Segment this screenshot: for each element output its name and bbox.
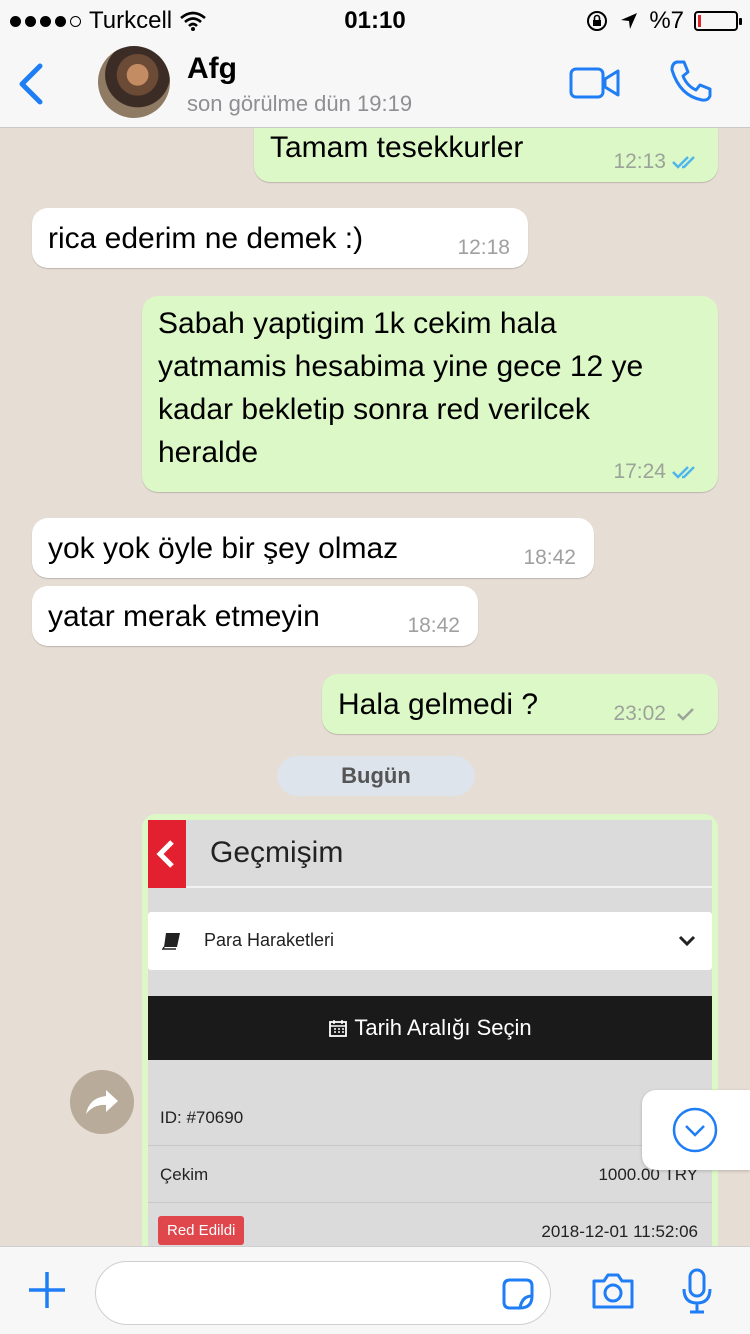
- message-text: Hala gelmedi ?: [338, 688, 539, 721]
- embedded-row: Çekim 1000.00 TRY: [148, 1147, 712, 1203]
- embedded-select: Para Haraketleri: [148, 912, 712, 970]
- contact-name[interactable]: Afg: [187, 52, 237, 86]
- read-receipt-icon: [672, 156, 695, 169]
- embedded-select-label: Para Haraketleri: [204, 930, 335, 950]
- embedded-screenshot[interactable]: Geçmişim Para Haraketleri Tarih Aralığı …: [148, 820, 712, 1246]
- forward-icon: [86, 1090, 118, 1114]
- embedded-row-left: ID: #70690: [160, 1108, 244, 1127]
- embedded-date-button: Tarih Aralığı Seçin: [148, 996, 712, 1060]
- message-time: 18:42: [407, 614, 460, 637]
- battery-icon: [694, 11, 742, 31]
- camera-icon[interactable]: [590, 1271, 636, 1311]
- location-arrow-icon: [621, 13, 638, 29]
- message-incoming[interactable]: yok yok öyle bir şey olmaz 18:42: [32, 518, 594, 578]
- message-input[interactable]: [95, 1261, 551, 1325]
- message-text: yok yok öyle bir şey olmaz: [48, 532, 399, 565]
- embedded-row: Red Edildi 2018-12-01 11:52:06: [148, 1204, 712, 1246]
- embedded-title: Geçmişim: [210, 836, 344, 869]
- calendar-icon: [329, 1020, 348, 1037]
- plus-icon[interactable]: [26, 1269, 68, 1311]
- embedded-back-button: [148, 820, 186, 888]
- message-outgoing[interactable]: Tamam tesekkurler 12:13: [254, 128, 718, 182]
- message-line: yatmamis hesabima yine gece 12 ye: [158, 350, 644, 383]
- embedded-datetime: 2018-12-01 11:52:06: [541, 1222, 698, 1241]
- phone-icon[interactable]: [668, 58, 714, 104]
- chevron-left-icon: [156, 840, 174, 868]
- message-time: 17:24: [613, 460, 666, 483]
- message-text: Tamam tesekkurler: [270, 131, 524, 164]
- microphone-icon[interactable]: [680, 1267, 714, 1315]
- scroll-to-bottom-button[interactable]: [642, 1090, 750, 1170]
- last-seen-status: son görülme dün 19:19: [187, 91, 413, 116]
- book-icon: [162, 933, 180, 950]
- embedded-row: ID: #70690 T: [148, 1090, 712, 1146]
- battery-percent: %7: [649, 7, 684, 34]
- sent-tick-icon: [677, 708, 694, 721]
- message-text: rica ederim ne demek :): [48, 222, 364, 255]
- back-chevron-icon[interactable]: [14, 62, 48, 106]
- embedded-date-button-label: Tarih Aralığı Seçin: [354, 1015, 532, 1040]
- message-line: Sabah yaptigim 1k cekim hala: [158, 307, 557, 340]
- message-time: 23:02: [613, 702, 666, 725]
- message-time: 18:42: [523, 546, 576, 569]
- message-line: kadar bekletip sonra red verilcek: [158, 393, 590, 426]
- sticker-icon[interactable]: [500, 1276, 536, 1312]
- message-time: 12:18: [457, 236, 510, 259]
- scroll-down-icon: [672, 1107, 718, 1153]
- message-outgoing[interactable]: Sabah yaptigim 1k cekim hala yatmamis he…: [142, 296, 718, 492]
- status-badge: Red Edildi: [158, 1216, 245, 1245]
- message-outgoing[interactable]: Hala gelmedi ? 23:02: [322, 674, 718, 734]
- chevron-down-icon: [678, 935, 696, 947]
- chat-area[interactable]: Tamam tesekkurler 12:13 rica ederim ne d…: [0, 128, 750, 1246]
- forward-button[interactable]: [70, 1070, 134, 1134]
- message-time: 12:13: [613, 150, 666, 173]
- input-bar: [0, 1246, 750, 1334]
- status-bar: Turkcell 01:10 %7: [0, 0, 750, 40]
- message-line: heralde: [158, 436, 259, 469]
- message-incoming[interactable]: rica ederim ne demek :) 12:18: [32, 208, 528, 268]
- chat-header: Afg son görülme dün 19:19: [0, 40, 750, 128]
- date-separator: Bugün: [277, 756, 475, 796]
- message-text: yatar merak etmeyin: [48, 600, 320, 633]
- rotation-lock-icon: [587, 11, 608, 31]
- video-call-icon[interactable]: [569, 66, 621, 100]
- embedded-row-left: Çekim: [160, 1165, 209, 1184]
- read-receipt-icon: [672, 466, 695, 479]
- avatar[interactable]: [98, 46, 170, 118]
- message-incoming[interactable]: yatar merak etmeyin 18:42: [32, 586, 478, 646]
- embedded-header: Geçmişim: [148, 820, 712, 888]
- image-message[interactable]: Geçmişim Para Haraketleri Tarih Aralığı …: [142, 814, 718, 1246]
